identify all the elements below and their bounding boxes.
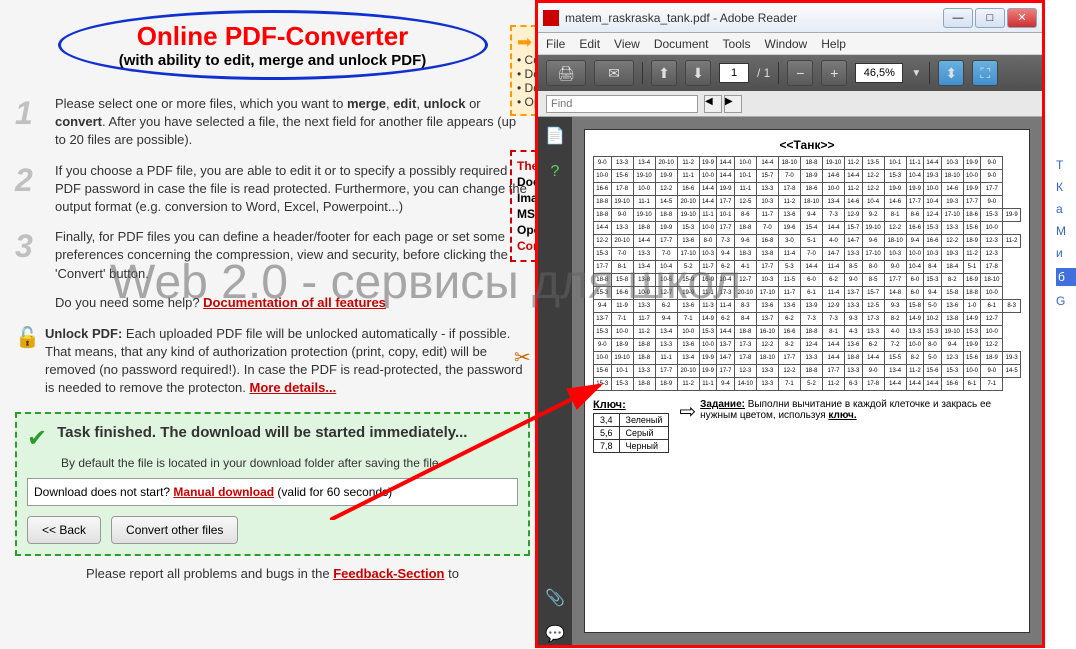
task-title: Task finished. The download will be star… <box>57 424 467 441</box>
more-details-link[interactable]: More details... <box>250 380 337 395</box>
find-next-button[interactable]: ▶ <box>724 95 742 113</box>
toolbar: 🖨 ✉ ⬆ ⬇ / 1 − + ▼ ⬍ ⛶ <box>538 55 1042 91</box>
next-page-button[interactable]: ⬇ <box>685 60 711 86</box>
zoom-out-button[interactable]: − <box>787 60 813 86</box>
page-subtitle: (with ability to edit, merge and unlock … <box>81 52 465 69</box>
fit-width-button[interactable]: ⬍ <box>938 60 964 86</box>
close-button[interactable]: ✕ <box>1007 8 1037 28</box>
step-number-3: 3 <box>15 228 45 283</box>
document-area[interactable]: <<Танк>> 9-013-313-420-1011-219-914-410-… <box>572 117 1042 645</box>
menu-file[interactable]: File <box>546 37 565 51</box>
menu-tools[interactable]: Tools <box>723 37 751 51</box>
document-page: <<Танк>> 9-013-313-420-1011-219-914-410-… <box>584 129 1030 633</box>
arrow-right-icon: ⇨ <box>679 399 696 453</box>
step-2-text: If you choose a PDF file, you are able t… <box>55 162 530 217</box>
manual-download-link[interactable]: Manual download <box>173 485 274 499</box>
maximize-button[interactable]: □ <box>975 8 1005 28</box>
print-button[interactable]: 🖨 <box>546 60 586 86</box>
menu-help[interactable]: Help <box>821 37 846 51</box>
lock-icon: 🔓 <box>15 325 45 398</box>
convert-other-button[interactable]: Convert other files <box>111 516 238 544</box>
fit-page-button[interactable]: ⛶ <box>972 60 998 86</box>
page-total: / 1 <box>757 66 770 80</box>
task-block: ⇨ Задание: Выполни вычитание в каждой кл… <box>679 399 1021 453</box>
check-icon: ✔ <box>27 424 47 453</box>
download-status-box: Download does not start? Manual download… <box>27 478 518 506</box>
comments-icon[interactable]: 💬 <box>544 623 566 645</box>
header-oval: Online PDF-Converter (with ability to ed… <box>58 10 488 80</box>
find-prev-button[interactable]: ◀ <box>704 95 722 113</box>
pdf-icon <box>543 10 559 26</box>
zoom-input[interactable] <box>855 63 903 83</box>
step-3-text: Finally, for PDF files you can define a … <box>55 228 530 283</box>
doc-title: <<Танк>> <box>593 138 1021 152</box>
step-1-text: Please select one or more files, which y… <box>55 95 530 150</box>
zoom-in-button[interactable]: + <box>821 60 847 86</box>
sidebar: 📄 ? 📎 💬 <box>538 117 572 645</box>
pages-panel-icon[interactable]: 📄 <box>544 125 566 147</box>
page-input[interactable] <box>719 63 749 83</box>
attachments-icon[interactable]: 📎 <box>544 587 566 609</box>
menu-document[interactable]: Document <box>654 37 709 51</box>
unlock-text: Unlock PDF: Each uploaded PDF file will … <box>45 325 530 398</box>
menu-edit[interactable]: Edit <box>579 37 600 51</box>
help-icon[interactable]: ? <box>544 161 566 183</box>
scissors-icon: ✂ <box>514 345 531 370</box>
key-block: Ключ: 3,4Зеленый5,6Серый7,8Черный <box>593 399 669 453</box>
menu-window[interactable]: Window <box>765 37 808 51</box>
step-number-1: 1 <box>15 95 45 150</box>
menubar: File Edit View Document Tools Window Hel… <box>538 33 1042 55</box>
task-finished-box: ✔ Task finished. The download will be st… <box>15 412 530 556</box>
report-line: Please report all problems and bugs in t… <box>15 566 530 581</box>
feedback-link[interactable]: Feedback-Section <box>333 566 444 581</box>
step-number-2: 2 <box>15 162 45 217</box>
help-line: Do you need some help? Documentation of … <box>55 295 530 310</box>
email-button[interactable]: ✉ <box>594 60 634 86</box>
menu-view[interactable]: View <box>614 37 640 51</box>
arrow-icon: ➡ <box>517 32 532 52</box>
adobe-reader-window: matem_raskraska_tank.pdf - Adobe Reader … <box>535 0 1045 648</box>
prev-page-button[interactable]: ⬆ <box>651 60 677 86</box>
back-button[interactable]: << Back <box>27 516 101 544</box>
window-title: matem_raskraska_tank.pdf - Adobe Reader <box>565 11 943 25</box>
minimize-button[interactable]: — <box>943 8 973 28</box>
task-subtitle: By default the file is located in your d… <box>61 456 518 470</box>
page-title: Online PDF-Converter <box>81 21 465 52</box>
grid-table: 9-013-313-420-1011-219-914-410-014-418-1… <box>593 156 1021 391</box>
titlebar[interactable]: matem_raskraska_tank.pdf - Adobe Reader … <box>538 3 1042 33</box>
findbar: ◀ ▶ <box>538 91 1042 117</box>
find-input[interactable] <box>546 95 698 113</box>
right-edge-snippet: ТКаМибG <box>1056 150 1076 316</box>
documentation-link[interactable]: Documentation of all features <box>203 295 386 310</box>
